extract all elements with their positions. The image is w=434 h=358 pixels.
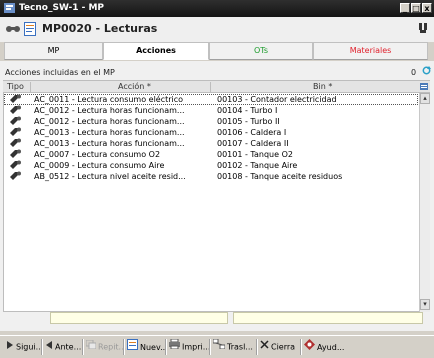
table-row[interactable]: AC_0012 - Lectura horas funcionam... 0010… <box>4 116 418 127</box>
tab-materiales[interactable]: Materiales <box>313 42 428 60</box>
close-record-button[interactable]: Cierra <box>260 339 295 355</box>
column-header-tipo[interactable]: Tipo <box>7 82 24 91</box>
column-header-bin[interactable]: Bin * <box>313 82 332 91</box>
tab-label: MP <box>47 46 60 55</box>
close-record-label: Cierra <box>271 342 296 352</box>
help-label: Ayud... <box>317 343 345 352</box>
table-row[interactable]: AC_0013 - Lectura horas funcionam... 0010… <box>4 138 418 149</box>
column-chooser-icon[interactable] <box>420 82 428 93</box>
table-row[interactable]: AC_0009 - Lectura consumo Aire 00102 - Ta… <box>4 160 418 171</box>
record-header: MP0020 - Lecturas <box>0 17 434 42</box>
toolbar-separator <box>82 339 84 355</box>
binoculars-icon[interactable] <box>6 25 20 35</box>
repeat-icon <box>85 339 97 355</box>
bin-filter-field[interactable] <box>233 312 423 324</box>
bin-cell: 00107 - Caldera II <box>217 139 289 148</box>
title-bar: Tecno_SW-1 - MP _ □ x <box>0 0 434 17</box>
previous-label: Ante... <box>55 342 82 352</box>
record-title: MP0020 - Lecturas <box>42 22 158 35</box>
section-title: Acciones incluidas en el MP <box>5 68 115 77</box>
window-title: Tecno_SW-1 - MP <box>19 3 105 13</box>
tab-label: Materiales <box>349 46 392 55</box>
printer-icon <box>169 338 180 355</box>
tab-mp[interactable]: MP <box>4 42 103 60</box>
scroll-down-button[interactable]: ▾ <box>420 299 430 310</box>
refresh-icon[interactable] <box>422 66 431 77</box>
search-icon[interactable] <box>418 23 428 35</box>
action-cell: AC_0012 - Lectura horas funcionam... <box>34 106 185 115</box>
action-cell: AB_0512 - Lectura nivel aceite resid... <box>34 172 186 181</box>
toolbar-separator <box>256 339 258 355</box>
tab-acciones[interactable]: Acciones <box>103 42 209 60</box>
close-x-icon <box>260 339 269 355</box>
action-cell: AC_0013 - Lectura horas funcionam... <box>34 128 185 137</box>
toolbar-separator <box>123 339 125 355</box>
toolbar-separator <box>165 339 167 355</box>
action-cell: AC_0007 - Lectura consumo O2 <box>34 150 161 159</box>
next-button[interactable]: Sigui... <box>6 339 43 355</box>
transfer-icon <box>212 338 226 355</box>
action-type-icon <box>10 171 22 183</box>
accion-filter-field[interactable] <box>50 312 228 324</box>
bin-cell: 00104 - Turbo I <box>217 106 278 115</box>
toolbar-separator <box>300 339 302 355</box>
new-document-icon <box>127 339 138 356</box>
bin-cell: 00101 - Tanque O2 <box>217 150 293 159</box>
bin-cell: 00103 - Contador electricidad <box>217 95 337 104</box>
tab-label: Acciones <box>136 46 176 55</box>
bin-cell: 00108 - Tanque aceite residuos <box>217 172 343 181</box>
column-divider[interactable] <box>210 82 211 92</box>
table-row[interactable]: AB_0512 - Lectura nivel aceite resid... 0… <box>4 171 418 182</box>
transfer-button[interactable]: Trasl... <box>212 338 253 355</box>
column-header-accion[interactable]: Acción * <box>118 82 151 91</box>
next-arrow-icon <box>6 339 14 355</box>
previous-arrow-icon <box>45 339 53 355</box>
toolbar-separator <box>41 339 43 355</box>
table-row[interactable]: AC_0013 - Lectura horas funcionam... 0010… <box>4 127 418 138</box>
scroll-up-button[interactable]: ▴ <box>420 93 430 104</box>
toolbar-separator <box>209 339 211 355</box>
close-button[interactable]: x <box>422 3 432 13</box>
action-cell: AC_0012 - Lectura horas funcionam... <box>34 117 185 126</box>
action-cell: AC_0011 - Lectura consumo eléctrico <box>34 95 184 104</box>
bin-cell: 00106 - Caldera I <box>217 128 287 137</box>
help-button[interactable]: Ayud... <box>304 339 344 355</box>
previous-button[interactable]: Ante... <box>45 339 81 355</box>
print-label: Impri... <box>182 342 211 352</box>
repeat-label: Repit... <box>98 342 127 352</box>
table-body[interactable]: AC_0011 - Lectura consumo eléctrico 00103… <box>3 93 419 312</box>
table-row[interactable]: AC_0007 - Lectura consumo O2 00101 - Tanq… <box>4 149 418 160</box>
table-header: Tipo Acción * Bin * <box>3 80 430 93</box>
repeat-button[interactable]: Repit... <box>85 339 127 355</box>
transfer-label: Trasl... <box>227 342 253 352</box>
new-button[interactable]: Nuev... <box>127 339 168 355</box>
table-row[interactable]: AC_0012 - Lectura horas funcionam... 0010… <box>4 105 418 116</box>
column-divider[interactable] <box>30 82 31 92</box>
bin-cell: 00105 - Turbo II <box>217 117 280 126</box>
action-cell: AC_0013 - Lectura horas funcionam... <box>34 139 185 148</box>
tab-bar: MP Acciones OTs Materiales <box>0 42 434 61</box>
maximize-button[interactable]: □ <box>411 3 421 13</box>
print-button[interactable]: Impri... <box>169 338 211 355</box>
table-row[interactable]: AC_0011 - Lectura consumo eléctrico 00103… <box>4 94 418 105</box>
record-count: 0 <box>411 68 417 77</box>
bin-cell: 00102 - Tanque Aire <box>217 161 298 170</box>
help-icon <box>304 339 315 356</box>
app-icon <box>4 3 15 13</box>
next-label: Sigui... <box>16 342 44 352</box>
vertical-scrollbar[interactable]: ▴ ▾ <box>419 93 430 312</box>
minimize-button[interactable]: _ <box>400 3 410 13</box>
action-cell: AC_0009 - Lectura consumo Aire <box>34 161 165 170</box>
document-icon <box>24 22 37 36</box>
tab-ots[interactable]: OTs <box>209 42 313 60</box>
tab-label: OTs <box>253 46 269 55</box>
new-label: Nuev... <box>140 343 168 352</box>
